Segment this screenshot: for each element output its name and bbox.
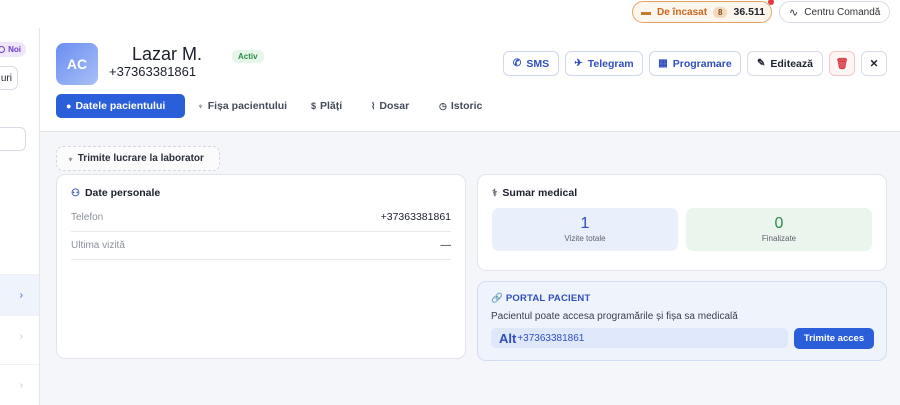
portal-phone-field[interactable]: Alt +37363381861 xyxy=(491,328,788,348)
sms-button[interactable]: ✆ SMS xyxy=(503,51,559,76)
person-icon: ● xyxy=(66,101,72,111)
send-icon: ✈ xyxy=(574,58,583,69)
medical-summary-title: Sumar medical xyxy=(502,187,578,199)
field-value: +37363381861 xyxy=(380,211,451,223)
tab-label: Fișa pacientului xyxy=(207,100,288,112)
top-bar: ▬ De încasat 8 36.511 ∿ Centru Comandă xyxy=(0,0,900,28)
tab-payments[interactable]: $ Plăți xyxy=(301,94,359,118)
sidebar-filter-button[interactable]: uri xyxy=(0,66,18,90)
personal-data-card: ⚇ Date personale Telefon +37363381861 Ul… xyxy=(56,174,466,359)
tooth-icon: ♆ xyxy=(67,153,74,164)
send-to-lab-label: Trimite lucrare la laborator xyxy=(77,153,204,164)
patient-list-sidebar: Noi uri › › › xyxy=(0,28,40,405)
cash-due-button[interactable]: ▬ De încasat 8 36.511 xyxy=(632,0,774,23)
tab-patient-chart[interactable]: ♆ Fișa pacientului xyxy=(187,94,299,118)
delete-button[interactable]: 🗑 xyxy=(829,51,855,76)
field-label: Ultima vizită xyxy=(71,240,125,251)
field-value: +37363381861 xyxy=(517,332,585,344)
personal-data-title: Date personale xyxy=(84,187,161,199)
finished-stat: 0 Finalizate xyxy=(686,208,872,251)
field-prefix: Alt xyxy=(499,330,517,346)
telegram-label: Telegram xyxy=(587,57,634,70)
edit-label: Editează xyxy=(770,57,813,70)
avatar: AC xyxy=(56,43,98,85)
edit-button[interactable]: ✎ Editează xyxy=(747,51,823,76)
sms-label: SMS xyxy=(526,57,550,70)
stat-label: Finalizate xyxy=(761,234,797,243)
sidebar-filter-label: uri xyxy=(0,72,12,84)
tab-label: Dosar xyxy=(379,100,410,112)
command-center-label: Centru Comandă xyxy=(804,6,881,18)
status-badge: Activ xyxy=(232,50,264,63)
field-row-phone: Telefon +37363381861 xyxy=(71,206,451,232)
cash-due-label: De încasat xyxy=(657,6,708,18)
portal-description: Pacientul poate accesa programările și f… xyxy=(491,311,738,322)
tooth-icon: ♆ xyxy=(197,101,204,111)
tab-patient-data[interactable]: ● Datele pacientului xyxy=(56,94,185,118)
cash-due-value: 36.511 xyxy=(733,6,766,18)
card-title: ⚕ Sumar medical xyxy=(492,187,577,199)
activity-icon: ∿ xyxy=(789,6,799,19)
portal-title: 🔗 PORTAL PACIENT xyxy=(491,293,590,304)
patient-phone: +37363381861 xyxy=(109,64,197,79)
field-row-last-visit: Ultima vizită — xyxy=(71,234,451,260)
tab-label: Datele pacientului xyxy=(75,100,166,112)
users-icon: ⚇ xyxy=(71,187,80,199)
new-filter-badge[interactable]: Noi xyxy=(0,42,26,57)
tab-file[interactable]: ⌇ Dosar xyxy=(361,94,427,118)
pencil-icon: ✎ xyxy=(757,58,766,69)
tab-label: Plăți xyxy=(320,100,343,112)
appointment-label: Programare xyxy=(672,57,732,70)
sidebar-search-input[interactable] xyxy=(0,127,26,151)
card-icon: ▬ xyxy=(641,6,651,18)
trash-icon: 🗑 xyxy=(835,58,849,70)
notification-dot xyxy=(768,0,774,5)
patient-portal-card: 🔗 PORTAL PACIENT Pacientul poate accesa … xyxy=(477,281,887,361)
clock-icon: ◷ xyxy=(439,100,447,111)
stat-label: Vizite totale xyxy=(564,234,606,243)
patient-name: Lazar M. xyxy=(132,44,203,64)
field-value: — xyxy=(440,239,452,251)
tab-history[interactable]: ◷ Istoric xyxy=(429,94,499,118)
paperclip-icon: ⌇ xyxy=(371,100,376,111)
cash-due-count-badge: 8 xyxy=(713,6,728,18)
card-title: ⚇ Date personale xyxy=(71,187,160,199)
list-item[interactable]: › xyxy=(0,315,39,356)
chevron-right-icon: › xyxy=(19,379,23,391)
medical-summary-card: ⚕ Sumar medical 1 Vizite totale 0 Finali… xyxy=(477,174,887,271)
link-icon: 🔗 xyxy=(491,293,504,304)
patient-header: AC Lazar M. +37363381861 Activ ✆ SMS ✈ T… xyxy=(40,28,900,132)
send-access-button[interactable]: Trimite acces xyxy=(794,328,874,349)
field-label: Telefon xyxy=(71,212,104,223)
calendar-icon: ▦ xyxy=(658,58,668,69)
stethoscope-icon: ⚕ xyxy=(492,187,498,199)
tab-label: Istoric xyxy=(450,100,483,112)
stat-value: 0 xyxy=(774,215,784,232)
chevron-right-icon: › xyxy=(19,330,23,342)
appointment-button[interactable]: ▦ Programare xyxy=(649,51,741,76)
new-filter-label: Noi xyxy=(8,45,21,54)
circle-icon xyxy=(0,46,6,53)
phone-icon: ✆ xyxy=(512,58,522,69)
command-center-button[interactable]: ∿ Centru Comandă xyxy=(779,1,890,23)
list-item[interactable]: › xyxy=(0,274,39,315)
total-visits-stat: 1 Vizite totale xyxy=(492,208,678,251)
patient-tabs: ● Datele pacientului ♆ Fișa pacientului … xyxy=(56,94,501,118)
money-bag-icon: $ xyxy=(311,101,317,111)
stat-value: 1 xyxy=(580,215,590,232)
close-button[interactable]: ✕ xyxy=(861,51,887,76)
chevron-right-icon: › xyxy=(19,289,23,301)
portal-title-text: PORTAL PACIENT xyxy=(505,293,591,304)
close-icon: ✕ xyxy=(869,57,879,70)
send-to-lab-button[interactable]: ♆ Trimite lucrare la laborator xyxy=(56,146,220,171)
list-item[interactable]: › xyxy=(0,364,39,405)
telegram-button[interactable]: ✈ Telegram xyxy=(565,51,643,76)
